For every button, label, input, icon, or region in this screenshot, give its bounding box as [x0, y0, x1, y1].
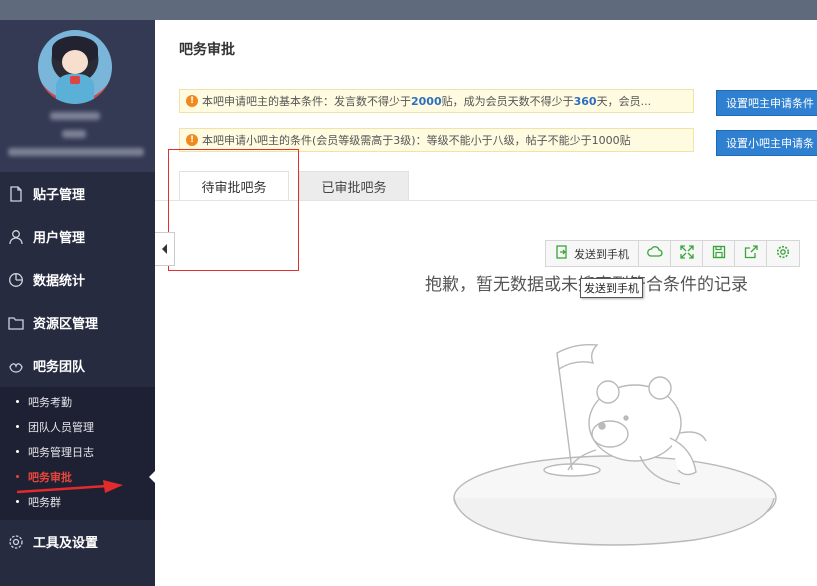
- user-icon: [8, 229, 24, 245]
- gear-icon: [8, 534, 24, 550]
- expand-icon: [679, 245, 694, 262]
- phone-send-icon: [555, 245, 569, 262]
- sidebar-item-resources[interactable]: 资源区管理: [0, 301, 155, 344]
- page-title: 吧务审批: [179, 42, 235, 58]
- sidebar-item-settings[interactable]: 工具及设置: [0, 520, 155, 563]
- top-bar: [0, 0, 817, 20]
- user-info-blurred: [8, 148, 144, 156]
- sidebar-item-label: 工具及设置: [33, 536, 99, 551]
- sidebar-item-statistics[interactable]: 数据统计: [0, 258, 155, 301]
- folder-icon: [8, 315, 24, 331]
- send-to-phone-button[interactable]: 发送到手机: [546, 241, 639, 266]
- document-icon: [8, 185, 24, 202]
- username-blurred: [50, 112, 100, 120]
- sidebar-item-users[interactable]: 用户管理: [0, 215, 155, 258]
- sidebar-item-posts[interactable]: 贴子管理: [0, 172, 155, 215]
- toolbar: 发送到手机: [545, 240, 800, 267]
- team-icon: [8, 358, 24, 374]
- submenu-item-management-log[interactable]: 吧务管理日志: [0, 439, 155, 464]
- avatar[interactable]: [38, 30, 112, 104]
- pie-chart-icon: [8, 272, 24, 288]
- save-button[interactable]: [703, 241, 735, 266]
- tab-approved[interactable]: 已审批吧务: [299, 171, 409, 201]
- user-role-blurred: [62, 130, 86, 138]
- submenu-item-member-management[interactable]: 团队人员管理: [0, 414, 155, 439]
- save-icon: [712, 245, 726, 262]
- cloud-button[interactable]: [639, 241, 671, 266]
- profile-panel: [0, 20, 155, 172]
- annotation-highlight-box: [168, 149, 299, 271]
- chevron-left-icon: [162, 244, 167, 254]
- warning-icon: !: [186, 95, 198, 107]
- warning-icon: !: [186, 134, 198, 146]
- sidebar-item-label: 吧务团队: [33, 360, 86, 375]
- annotation-arrow-icon: [16, 480, 123, 494]
- sidebar-collapse-button[interactable]: [155, 232, 175, 266]
- cloud-icon: [646, 245, 663, 262]
- set-admin-conditions-button[interactable]: 设置吧主申请条件: [716, 90, 817, 116]
- share-icon: [744, 245, 758, 262]
- notice-admin-conditions: ! 本吧申请吧主的基本条件：发言数不得少于 2000 贴，成为会员天数不得少于 3…: [179, 89, 694, 113]
- set-sub-admin-conditions-button[interactable]: 设置小吧主申请条: [716, 130, 817, 156]
- sidebar-item-team[interactable]: 吧务团队: [0, 344, 155, 387]
- settings-button[interactable]: [767, 241, 799, 266]
- fullscreen-button[interactable]: [671, 241, 703, 266]
- share-button[interactable]: [735, 241, 767, 266]
- gear-icon: [776, 245, 790, 262]
- main-content: 吧务审批 ! 本吧申请吧主的基本条件：发言数不得少于 2000 贴，成为会员天数…: [155, 20, 817, 586]
- sidebar-item-label: 资源区管理: [33, 317, 99, 332]
- sidebar: 贴子管理 用户管理 数据统计 资源区管理 吧务团队 吧务考勤 团队人员管理 吧务…: [0, 20, 155, 586]
- empty-state-bear-illustration: [453, 343, 777, 546]
- sidebar-item-label: 数据统计: [33, 274, 86, 289]
- submenu-item-attendance[interactable]: 吧务考勤: [0, 389, 155, 414]
- tooltip: 发送到手机: [580, 278, 643, 298]
- team-submenu: 吧务考勤 团队人员管理 吧务管理日志 吧务审批 吧务群: [0, 387, 155, 520]
- sidebar-item-label: 贴子管理: [33, 188, 86, 203]
- sidebar-item-label: 用户管理: [33, 231, 86, 246]
